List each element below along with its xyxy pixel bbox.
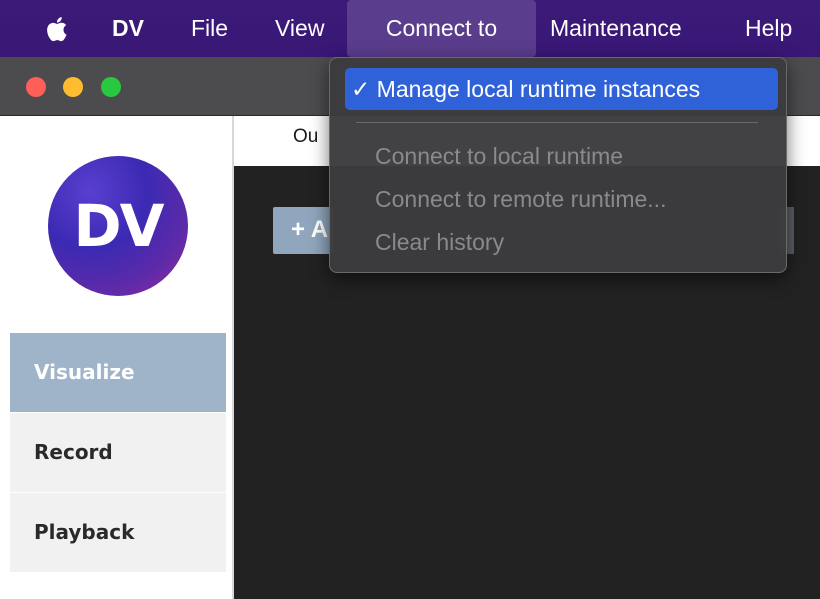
menu-bar: DV File View Connect to Maintenance Help (0, 0, 820, 57)
menu-item-connect-local-runtime[interactable]: Connect to local runtime (345, 135, 778, 177)
menu-maintenance[interactable]: Maintenance (550, 0, 682, 57)
menu-file[interactable]: File (191, 0, 228, 57)
close-window-button[interactable] (26, 77, 46, 97)
menu-separator (356, 122, 758, 123)
sidebar-item-playback[interactable]: Playback (10, 493, 226, 572)
sidebar-item-visualize[interactable]: Visualize (10, 333, 226, 412)
menu-item-connect-remote-runtime[interactable]: Connect to remote runtime... (345, 178, 778, 220)
menu-help[interactable]: Help (745, 0, 792, 57)
menu-connect-to[interactable]: Connect to (347, 0, 536, 57)
add-button-label: + A (291, 216, 329, 243)
apple-icon[interactable] (42, 14, 74, 44)
tab-label[interactable]: Ou (293, 126, 318, 148)
minimize-window-button[interactable] (63, 77, 83, 97)
menu-app-name[interactable]: DV (112, 0, 144, 57)
app-logo-text: DV (73, 192, 164, 260)
sidebar-item-record[interactable]: Record (10, 413, 226, 492)
menu-view[interactable]: View (275, 0, 324, 57)
add-button[interactable]: + A (273, 207, 333, 254)
zoom-window-button[interactable] (101, 77, 121, 97)
menu-item-clear-history[interactable]: Clear history (345, 221, 778, 263)
menu-item-manage-local-runtime[interactable]: ✓ Manage local runtime instances (345, 68, 778, 110)
